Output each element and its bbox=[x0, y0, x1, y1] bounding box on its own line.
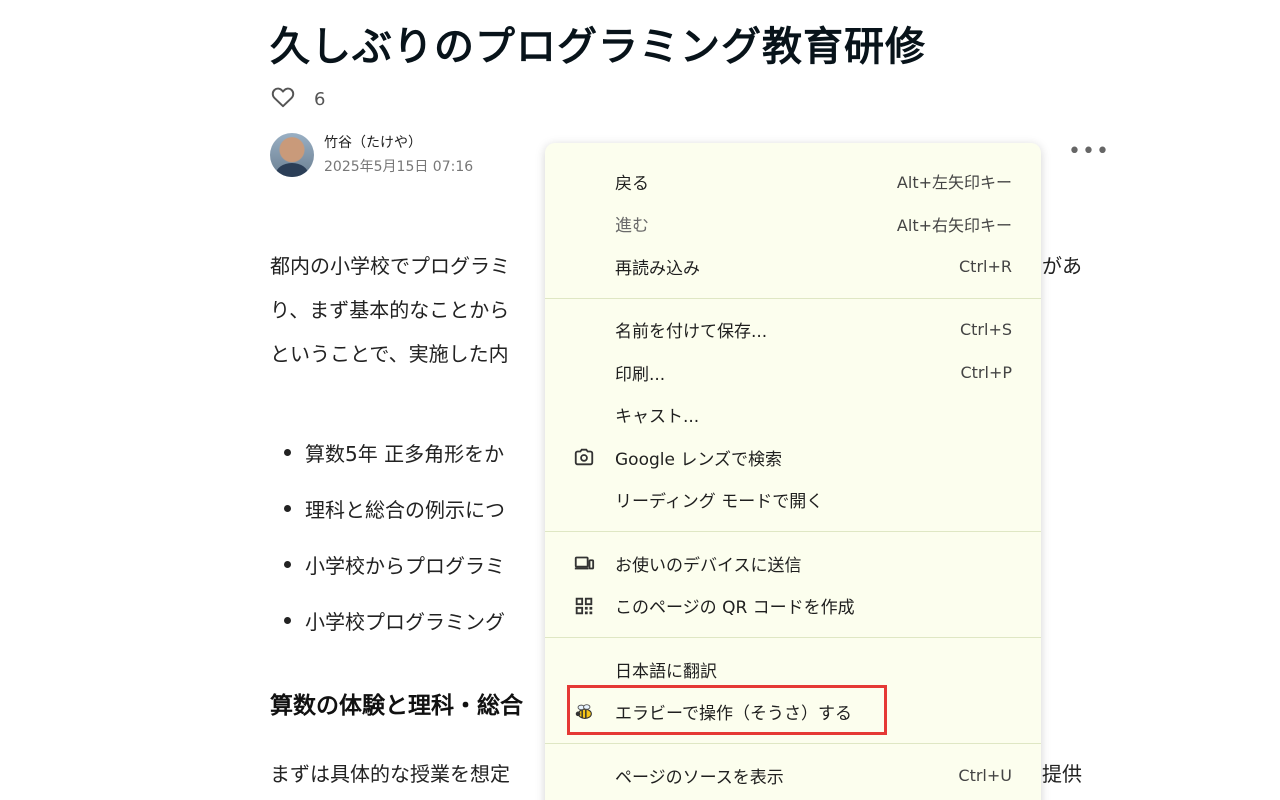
menu-item-shortcut: Ctrl+P bbox=[960, 362, 1012, 382]
menu-item-shortcut: Ctrl+U bbox=[958, 765, 1012, 785]
paragraph-fragment: があ bbox=[1042, 254, 1082, 278]
menu-item-shortcut: Ctrl+R bbox=[959, 256, 1012, 276]
menu-divider bbox=[545, 297, 1041, 299]
heart-icon[interactable] bbox=[270, 84, 296, 114]
author-block: 竹谷（たけや） 2025年5月15日 07:16 bbox=[270, 133, 473, 177]
menu-item-save-as[interactable]: 名前を付けて保存... Ctrl+S bbox=[545, 309, 1041, 352]
menu-item-label: 戻る bbox=[615, 173, 649, 194]
post-date: 2025年5月15日 07:16 bbox=[324, 159, 474, 175]
menu-item-translate[interactable]: 日本語に翻訳 bbox=[545, 648, 1041, 691]
menu-divider bbox=[545, 743, 1041, 744]
menu-item-label: Google レンズで検索 bbox=[615, 449, 783, 470]
menu-item-forward[interactable]: 進む Alt+右矢印キー bbox=[545, 203, 1041, 246]
menu-item-label: エラビーで操作（そうさ）する bbox=[615, 704, 852, 725]
menu-item-label: 印刷... bbox=[615, 364, 666, 385]
like-area: 6 bbox=[270, 84, 325, 114]
paragraph-line: り、まず基本的なことから bbox=[270, 298, 510, 322]
menu-item-back[interactable]: 戻る Alt+左矢印キー bbox=[545, 160, 1041, 203]
menu-item-label: お使いのデバイスに送信 bbox=[615, 555, 802, 576]
devices-icon bbox=[573, 552, 595, 574]
menu-item-google-lens[interactable]: Google レンズで検索 bbox=[545, 436, 1041, 479]
article-paragraph: 都内の小学校でプログラミ り、まず基本的なことから ということで、実施した内 bbox=[270, 244, 510, 376]
paragraph-line: ということで、実施した内 bbox=[270, 342, 509, 366]
menu-divider bbox=[545, 531, 1041, 532]
menu-item-label: このページの QR コードを作成 bbox=[615, 598, 855, 619]
menu-item-cast[interactable]: キャスト... bbox=[545, 394, 1041, 437]
list-item: 小学校からプログラミ bbox=[270, 536, 505, 592]
bullet-list: 算数5年 正多角形をか 理科と総合の例示につ 小学校からプログラミ 小学校プログ… bbox=[270, 424, 505, 648]
menu-item-label: ページのソースを表示 bbox=[615, 767, 784, 788]
menu-item-shortcut: Ctrl+S bbox=[959, 320, 1012, 340]
paragraph-line: まずは具体的な授業を想定 bbox=[270, 762, 510, 786]
menu-item-label: 名前を付けて保存... bbox=[615, 322, 768, 343]
menu-item-label: リーディング モードで開く bbox=[615, 492, 824, 513]
menu-item-qr-code[interactable]: このページの QR コードを作成 bbox=[545, 585, 1041, 628]
menu-item-label: 再読み込み bbox=[615, 258, 700, 279]
article-title: 久しぶりのプログラミング教育研修 bbox=[270, 24, 926, 70]
section-heading: 算数の体験と理科・総合 bbox=[270, 693, 523, 719]
more-options-icon[interactable]: ••• bbox=[1068, 139, 1110, 164]
context-menu: 戻る Alt+左矢印キー 進む Alt+右矢印キー 再読み込み Ctrl+R 名… bbox=[545, 143, 1041, 800]
menu-item-send-to-devices[interactable]: お使いのデバイスに送信 bbox=[545, 542, 1041, 585]
menu-item-label: キャスト... bbox=[615, 407, 700, 428]
list-item: 算数5年 正多角形をか bbox=[270, 424, 505, 480]
menu-item-shortcut: Alt+左矢印キー bbox=[896, 173, 1012, 193]
author-name[interactable]: 竹谷（たけや） bbox=[324, 134, 473, 152]
list-item: 理科と総合の例示につ bbox=[270, 480, 505, 536]
menu-divider bbox=[545, 637, 1041, 638]
menu-item-label: 進む bbox=[615, 216, 649, 237]
paragraph-fragment: 提供 bbox=[1042, 762, 1082, 786]
bee-icon bbox=[573, 701, 595, 723]
list-item: 小学校プログラミング bbox=[270, 592, 505, 648]
avatar[interactable] bbox=[270, 133, 314, 177]
menu-item-reload[interactable]: 再読み込み Ctrl+R bbox=[545, 245, 1041, 288]
menu-item-print[interactable]: 印刷... Ctrl+P bbox=[545, 351, 1041, 394]
menu-item-label: 日本語に翻訳 bbox=[615, 661, 717, 682]
page: 久しぶりのプログラミング教育研修 6 竹谷（たけや） 2025年5月15日 07… bbox=[0, 0, 1280, 800]
menu-item-view-source[interactable]: ページのソースを表示 Ctrl+U bbox=[545, 754, 1041, 797]
menu-item-elabee[interactable]: エラビーで操作（そうさ）する bbox=[545, 691, 1041, 734]
menu-item-reading-mode[interactable]: リーディング モードで開く bbox=[545, 479, 1041, 522]
menu-item-shortcut: Alt+右矢印キー bbox=[896, 215, 1012, 235]
like-count: 6 bbox=[314, 88, 326, 110]
qr-code-icon bbox=[573, 595, 595, 617]
paragraph-line: 都内の小学校でプログラミ bbox=[270, 254, 510, 278]
google-lens-icon bbox=[573, 446, 595, 468]
